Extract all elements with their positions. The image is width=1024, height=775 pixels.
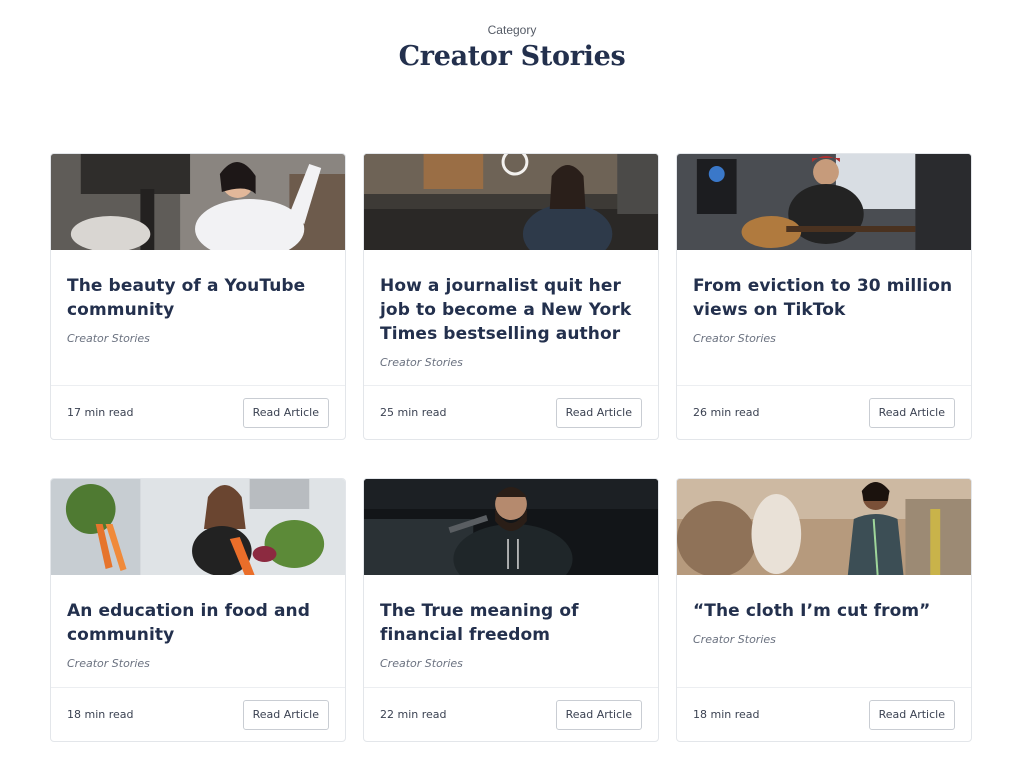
card-footer: 25 min read Read Article xyxy=(364,385,658,439)
read-time: 18 min read xyxy=(693,708,760,721)
article-card[interactable]: How a journalist quit her job to become … xyxy=(363,153,659,440)
bearded-man-at-microphone-photo xyxy=(364,479,658,575)
article-card[interactable]: An education in food and community Creat… xyxy=(50,478,346,742)
read-article-button[interactable]: Read Article xyxy=(555,699,642,730)
read-time: 26 min read xyxy=(693,406,760,419)
page-title: Creator Stories xyxy=(398,41,626,72)
card-title[interactable]: From eviction to 30 million views on Tik… xyxy=(693,274,955,322)
man-playing-guitar-in-studio-photo xyxy=(677,154,971,250)
card-title[interactable]: The True meaning of financial freedom xyxy=(380,599,642,647)
card-title[interactable]: An education in food and community xyxy=(67,599,329,647)
card-title[interactable]: “The cloth I’m cut from” xyxy=(693,599,955,623)
card-thumbnail[interactable] xyxy=(51,479,345,575)
card-category: Creator Stories xyxy=(67,332,150,345)
read-article-button[interactable]: Read Article xyxy=(555,397,642,428)
card-thumbnail[interactable] xyxy=(51,154,345,250)
category-eyebrow: Category xyxy=(487,23,537,37)
card-footer: 26 min read Read Article xyxy=(677,385,971,439)
article-grid: The beauty of a YouTube community Creato… xyxy=(50,153,972,742)
read-time: 22 min read xyxy=(380,708,447,721)
card-thumbnail[interactable] xyxy=(364,154,658,250)
read-article-button[interactable]: Read Article xyxy=(242,699,329,730)
card-thumbnail[interactable] xyxy=(677,154,971,250)
read-article-button[interactable]: Read Article xyxy=(868,699,955,730)
card-title[interactable]: The beauty of a YouTube community xyxy=(67,274,329,322)
card-category: Creator Stories xyxy=(693,332,776,345)
read-article-button[interactable]: Read Article xyxy=(242,397,329,428)
card-footer: 22 min read Read Article xyxy=(364,687,658,741)
woman-at-desk-with-ring-light-photo xyxy=(364,154,658,250)
card-title[interactable]: How a journalist quit her job to become … xyxy=(380,274,642,346)
woman-waving-at-camera-photo xyxy=(51,154,345,250)
article-card[interactable]: “The cloth I’m cut from” Creator Stories… xyxy=(676,478,972,742)
card-category: Creator Stories xyxy=(380,356,463,369)
card-category: Creator Stories xyxy=(67,657,150,670)
read-time: 18 min read xyxy=(67,708,134,721)
woman-holding-vegetables-photo xyxy=(51,479,345,575)
read-time: 25 min read xyxy=(380,406,447,419)
card-category: Creator Stories xyxy=(693,633,776,646)
article-card[interactable]: From eviction to 30 million views on Tik… xyxy=(676,153,972,440)
read-article-button[interactable]: Read Article xyxy=(868,397,955,428)
card-category: Creator Stories xyxy=(380,657,463,670)
card-footer: 18 min read Read Article xyxy=(677,687,971,741)
card-thumbnail[interactable] xyxy=(364,479,658,575)
card-footer: 17 min read Read Article xyxy=(51,385,345,439)
card-footer: 18 min read Read Article xyxy=(51,687,345,741)
read-time: 17 min read xyxy=(67,406,134,419)
article-card[interactable]: The True meaning of financial freedom Cr… xyxy=(363,478,659,742)
card-thumbnail[interactable] xyxy=(677,479,971,575)
woman-in-clothing-store-photo xyxy=(677,479,971,575)
article-card[interactable]: The beauty of a YouTube community Creato… xyxy=(50,153,346,440)
